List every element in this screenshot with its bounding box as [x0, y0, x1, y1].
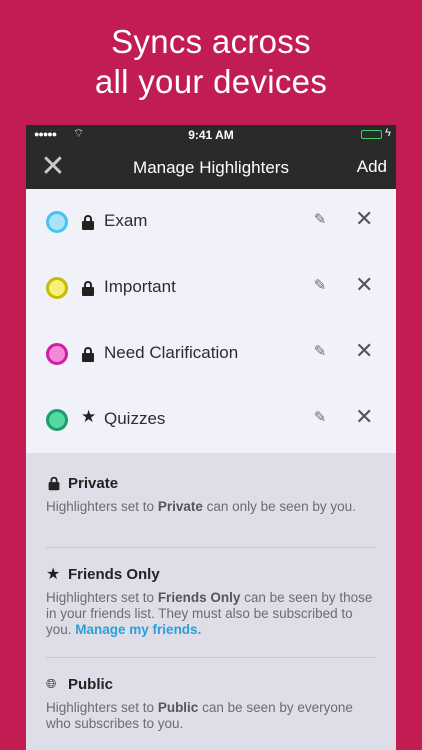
delete-icon[interactable]: ✕: [355, 340, 373, 362]
highlighter-label: Quizzes: [104, 409, 166, 428]
info-text: Highlighters set to: [46, 700, 158, 715]
headline: Syncs across all your devices: [0, 22, 422, 102]
lock-icon: [48, 476, 60, 491]
headline-line-1: Syncs across: [111, 23, 311, 60]
highlighter-row-important[interactable]: Important ✎ ✕: [26, 255, 396, 321]
info-private-title: Private: [46, 475, 376, 492]
status-bar: ●●●●● ⌔ 9:41 AM ϟ: [26, 125, 396, 145]
color-dot-icon: [46, 409, 68, 431]
privacy-info-panel: Private Highlighters set to Private can …: [26, 453, 396, 750]
headline-line-2: all your devices: [94, 63, 328, 100]
star-icon: ★: [81, 407, 97, 426]
info-friends-title-text: Friends Only: [68, 566, 160, 583]
charging-icon: ϟ: [385, 127, 391, 139]
manage-friends-link[interactable]: Manage my friends.: [75, 622, 201, 637]
highlighter-label: Exam: [104, 211, 148, 230]
info-public-title-text: Public: [68, 676, 114, 693]
info-public-body: Highlighters set to Public can be seen b…: [46, 700, 376, 732]
info-text: Highlighters set to: [46, 590, 158, 605]
info-bold: Private: [157, 499, 203, 514]
info-friends-title: ★ Friends Only: [46, 566, 376, 583]
lock-icon: [82, 215, 94, 230]
info-text: Highlighters set to: [46, 499, 158, 514]
highlighter-row-exam[interactable]: Exam ✎ ✕: [26, 189, 396, 255]
pencil-icon[interactable]: ✎: [311, 409, 329, 427]
highlighter-label: Important: [104, 277, 176, 296]
highlighter-label: Need Clarification: [104, 343, 239, 362]
info-friends-body: Highlighters set to Friends Only can be …: [46, 590, 376, 638]
info-private-body: Highlighters set to Private can only be …: [46, 499, 376, 515]
delete-icon[interactable]: ✕: [355, 274, 373, 296]
info-public: 🌐︎ Public Highlighters set to Public can…: [46, 658, 376, 750]
highlighter-row-need-clarification[interactable]: Need Clarification ✎ ✕: [26, 321, 396, 387]
info-private: Private Highlighters set to Private can …: [46, 453, 376, 548]
pencil-icon[interactable]: ✎: [311, 277, 329, 295]
pencil-icon[interactable]: ✎: [311, 343, 329, 361]
info-bold: Friends Only: [157, 590, 241, 605]
color-dot-icon: [46, 343, 68, 365]
info-text: can only be seen by you.: [202, 499, 356, 514]
battery-icon: [361, 130, 382, 139]
info-public-title: 🌐︎ Public: [46, 676, 376, 693]
pencil-icon[interactable]: ✎: [311, 211, 329, 229]
info-friends: ★ Friends Only Highlighters set to Frien…: [46, 548, 376, 658]
color-dot-icon: [46, 277, 68, 299]
color-dot-icon: [46, 211, 68, 233]
navigation-bar: ✕ Manage Highlighters Add: [26, 145, 396, 189]
star-icon: ★: [46, 566, 61, 583]
info-bold: Public: [157, 700, 199, 715]
lock-icon: [82, 281, 94, 296]
highlighter-list: Exam ✎ ✕ Important ✎ ✕ Need Clarificatio…: [26, 189, 396, 453]
globe-icon: 🌐︎: [46, 676, 57, 691]
add-button[interactable]: Add: [357, 157, 387, 177]
delete-icon[interactable]: ✕: [355, 406, 373, 428]
delete-icon[interactable]: ✕: [355, 208, 373, 230]
phone-screen: ●●●●● ⌔ 9:41 AM ϟ ✕ Manage Highlighters …: [26, 125, 396, 750]
status-time: 9:41 AM: [188, 128, 234, 142]
highlighter-row-quizzes[interactable]: ★ Quizzes ✎ ✕: [26, 387, 396, 453]
lock-icon: [82, 347, 94, 362]
page-title: Manage Highlighters: [133, 158, 289, 177]
info-private-title-text: Private: [68, 475, 119, 492]
